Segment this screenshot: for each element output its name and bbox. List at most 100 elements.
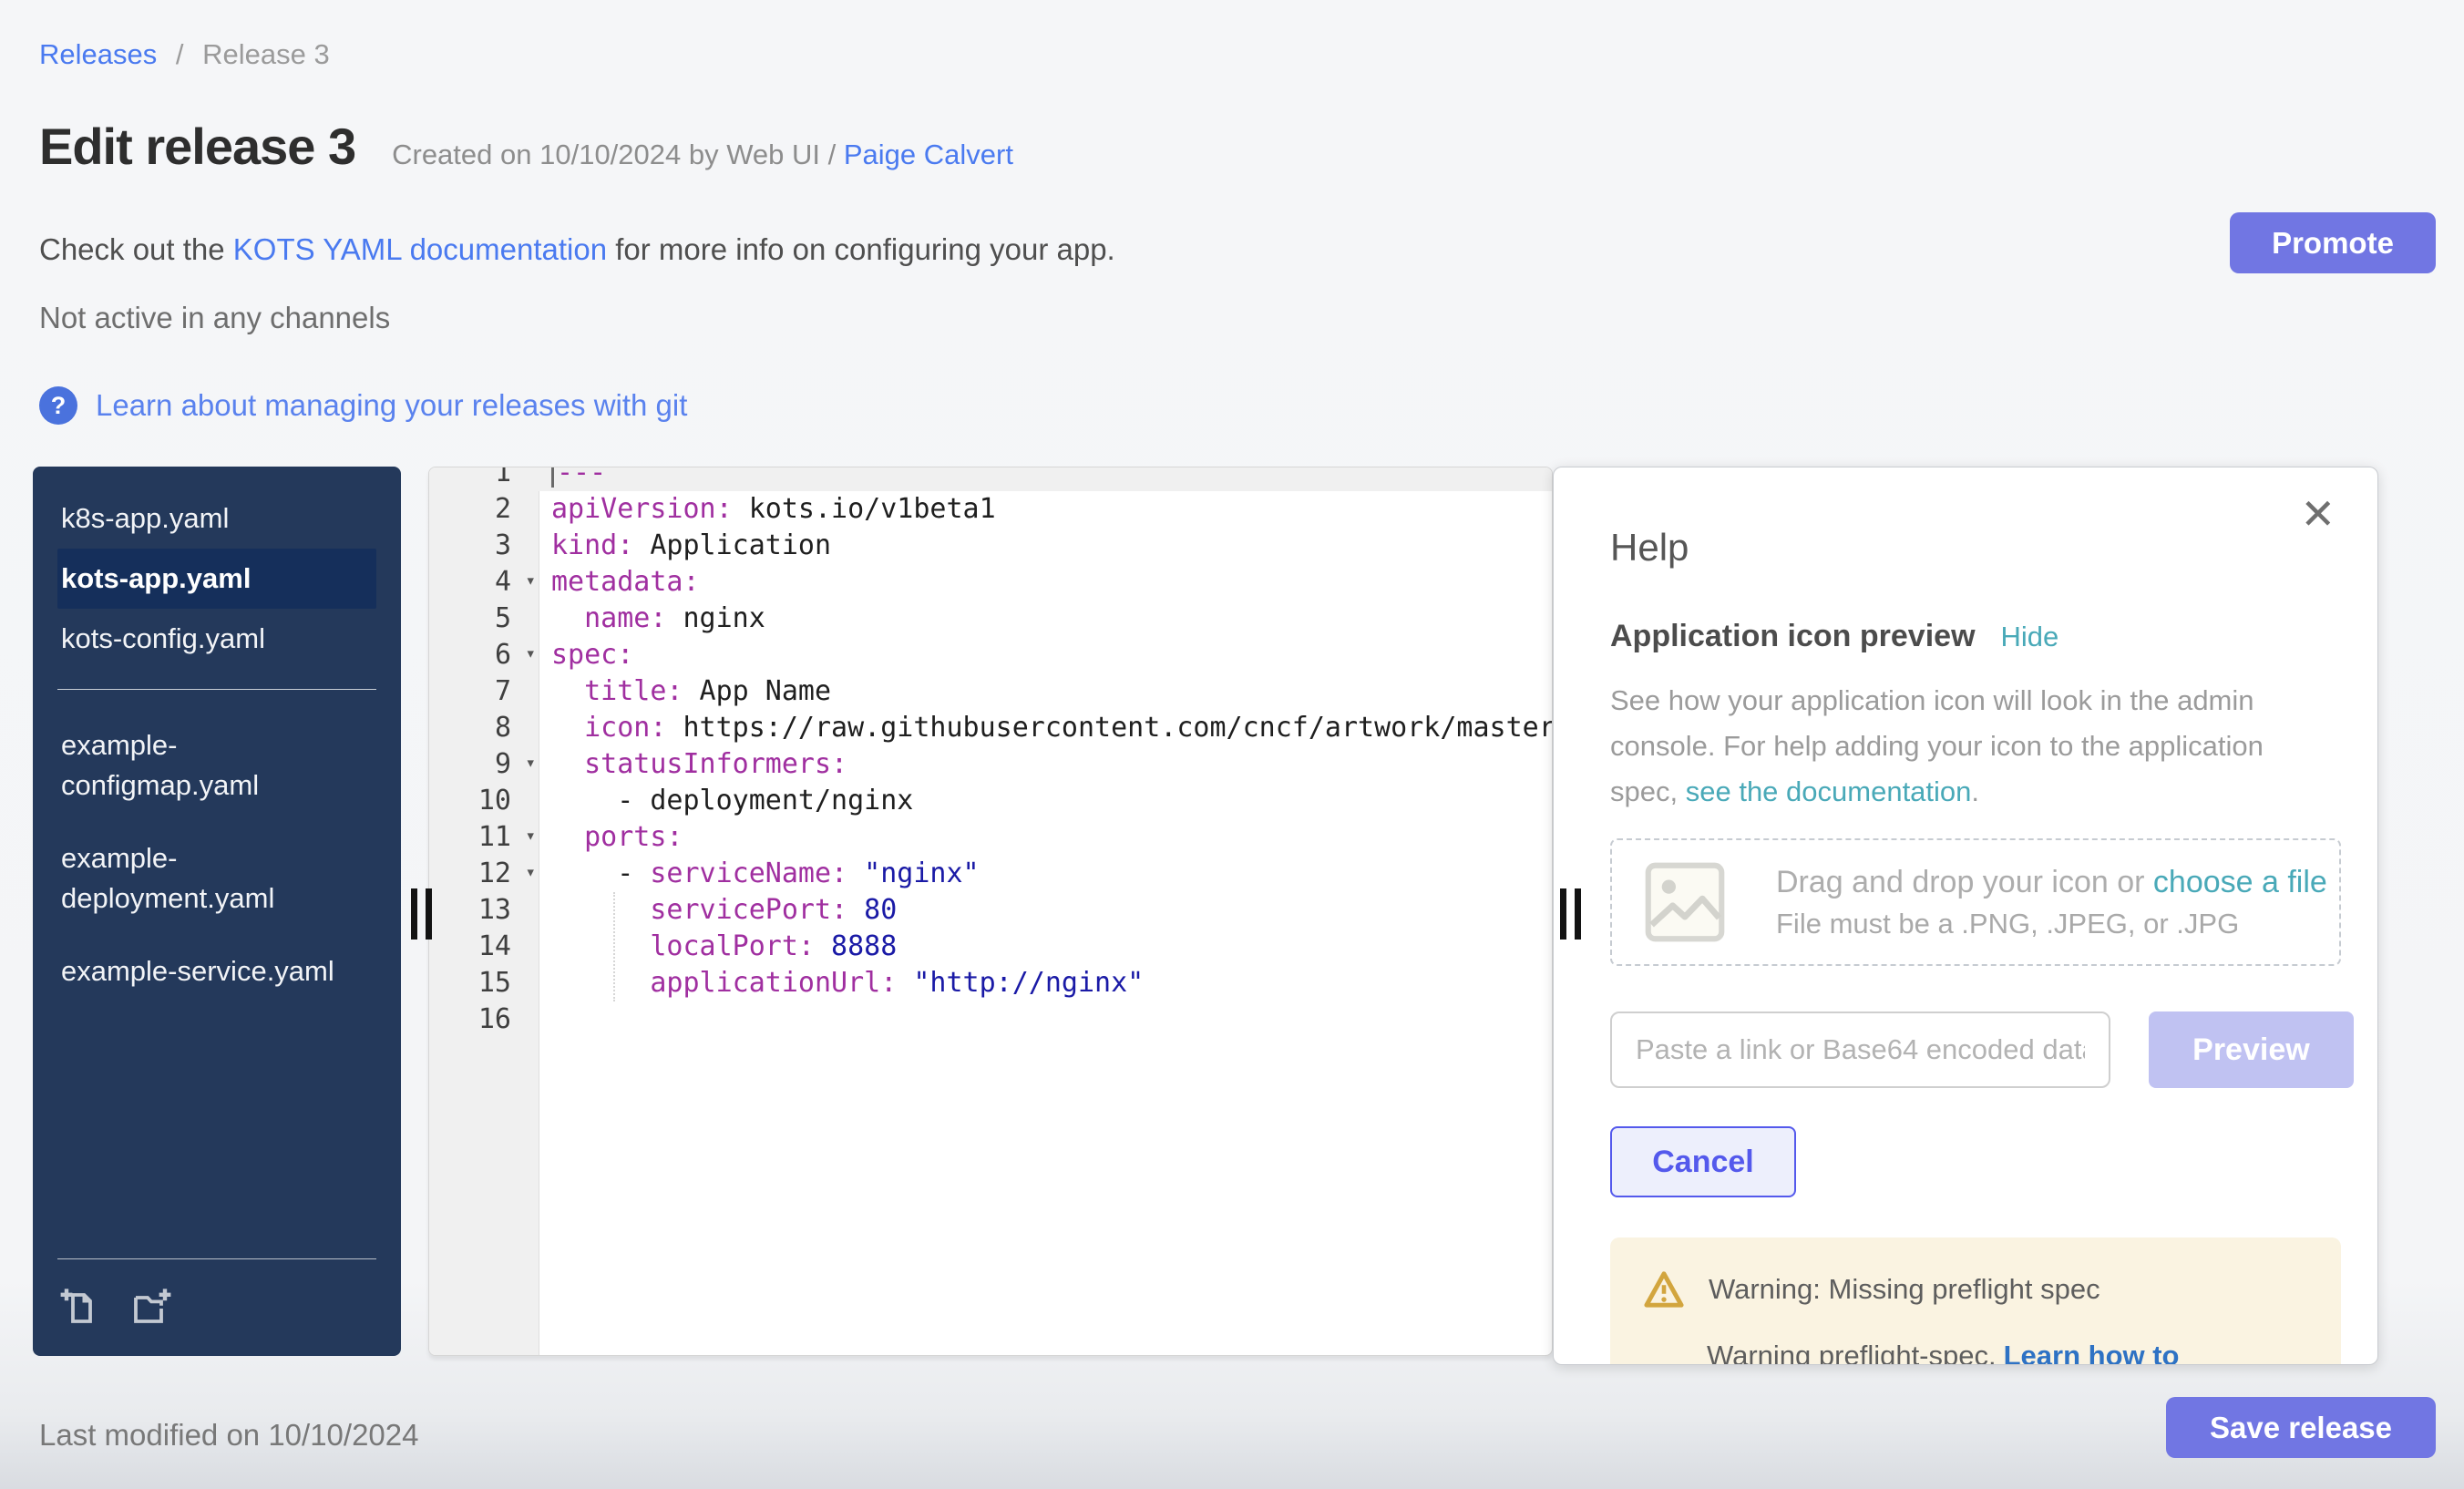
line-number: 9▾ <box>429 746 539 783</box>
code-line[interactable]: 9▾ statusInformers: <box>429 746 1552 783</box>
line-number: 13 <box>429 892 539 929</box>
see-documentation-link[interactable]: see the documentation <box>1686 775 1972 807</box>
line-number: 11▾ <box>429 819 539 856</box>
question-mark-icon: ? <box>39 386 77 425</box>
dropzone-hint: File must be a .PNG, .JPEG, or .JPG <box>1776 908 2327 940</box>
code-text: apiVersion: kots.io/v1beta1 <box>539 491 1552 528</box>
kots-yaml-docs-link[interactable]: KOTS YAML documentation <box>233 232 607 266</box>
file-item-example-deployment.yaml[interactable]: example-deployment.yaml <box>57 828 376 929</box>
line-number: 5 <box>429 601 539 637</box>
code-line[interactable]: 14 localPort: 8888 <box>429 929 1552 965</box>
icon-preview-description: See how your application icon will look … <box>1610 678 2321 815</box>
close-icon[interactable]: ✕ <box>2300 493 2336 535</box>
fold-toggle-icon[interactable]: ▾ <box>526 746 536 781</box>
help-panel-title: Help <box>1610 526 2354 570</box>
line-number: 6▾ <box>429 637 539 673</box>
icon-preview-title: Application icon preview <box>1610 619 1976 654</box>
image-placeholder-icon <box>1643 860 1727 944</box>
line-number: 3 <box>429 528 539 564</box>
channel-status: Not active in any channels <box>39 301 390 335</box>
breadcrumb: Releases / Release 3 <box>39 38 330 71</box>
cancel-button[interactable]: Cancel <box>1610 1126 1796 1197</box>
file-item-kots-app.yaml[interactable]: kots-app.yaml <box>57 549 376 609</box>
file-item-k8s-app.yaml[interactable]: k8s-app.yaml <box>57 488 376 549</box>
warning-detail-text: Warning preflight-spec. <box>1707 1340 1997 1365</box>
warning-banner: Warning: Missing preflight spec Warning … <box>1610 1237 2341 1365</box>
code-text: statusInformers: <box>539 746 1552 783</box>
breadcrumb-releases-link[interactable]: Releases <box>39 38 157 70</box>
code-line[interactable]: 2apiVersion: kots.io/v1beta1 <box>429 491 1552 528</box>
code-text: --- <box>539 467 1552 491</box>
line-number: 4▾ <box>429 564 539 601</box>
fold-toggle-icon[interactable]: ▾ <box>526 637 536 672</box>
line-number: 10 <box>429 783 539 819</box>
line-number: 8 <box>429 710 539 746</box>
indent-guide <box>613 892 615 1001</box>
code-text: ports: <box>539 819 1552 856</box>
file-item-example-configmap.yaml[interactable]: example-configmap.yaml <box>57 715 376 816</box>
code-line[interactable]: 12▾ - serviceName: "nginx" <box>429 856 1552 892</box>
code-line[interactable]: 3kind: Application <box>429 528 1552 564</box>
author-link[interactable]: Paige Calvert <box>844 139 1013 170</box>
help-panel-resize-handle[interactable] <box>1560 888 1581 940</box>
code-area[interactable]: 1---2apiVersion: kots.io/v1beta13kind: A… <box>429 467 1552 1038</box>
code-line[interactable]: 7 title: App Name <box>429 673 1552 710</box>
add-folder-icon[interactable] <box>130 1283 174 1327</box>
line-number: 15 <box>429 965 539 1001</box>
line-number: 12▾ <box>429 856 539 892</box>
file-tree: k8s-app.yamlkots-app.yamlkots-config.yam… <box>57 488 376 1001</box>
icon-url-input[interactable] <box>1610 1011 2110 1088</box>
code-text: title: App Name <box>539 673 1552 710</box>
docs-hint-post: for more info on configuring your app. <box>607 232 1115 266</box>
text-cursor <box>551 467 554 488</box>
yaml-editor[interactable]: 1---2apiVersion: kots.io/v1beta13kind: A… <box>428 467 1553 1356</box>
fold-toggle-icon[interactable]: ▾ <box>526 564 536 599</box>
dropzone-prompt: Drag and drop your icon or <box>1776 865 2153 899</box>
code-line[interactable]: 5 name: nginx <box>429 601 1552 637</box>
sidebar-resize-handle[interactable] <box>411 888 432 940</box>
code-line[interactable]: 16 <box>429 1001 1552 1038</box>
add-file-icon[interactable] <box>57 1283 101 1327</box>
hide-link[interactable]: Hide <box>2001 621 2059 653</box>
page-title: Edit release 3 <box>39 117 355 176</box>
code-text: name: nginx <box>539 601 1552 637</box>
preview-button[interactable]: Preview <box>2149 1011 2354 1088</box>
icon-url-row: Preview <box>1610 1011 2354 1088</box>
file-group: k8s-app.yamlkots-app.yamlkots-config.yam… <box>57 488 376 669</box>
file-tree-sidebar: k8s-app.yamlkots-app.yamlkots-config.yam… <box>33 467 401 1356</box>
fold-toggle-icon[interactable]: ▾ <box>526 819 536 854</box>
file-group: example-configmap.yaml example-deployment… <box>57 689 376 1001</box>
code-line[interactable]: 10 - deployment/nginx <box>429 783 1552 819</box>
code-line[interactable]: 8 icon: https://raw.githubusercontent.co… <box>429 710 1552 746</box>
docs-hint: Check out the KOTS YAML documentation fo… <box>39 232 1115 267</box>
line-number: 7 <box>429 673 539 710</box>
file-item-example-service.yaml[interactable]: example-service.yaml <box>57 941 376 1001</box>
line-number: 14 <box>429 929 539 965</box>
code-text: icon: https://raw.githubusercontent.com/… <box>539 710 1552 746</box>
code-line[interactable]: 11▾ ports: <box>429 819 1552 856</box>
code-text: servicePort: 80 <box>539 892 1552 929</box>
icon-preview-section-header: Application icon preview Hide <box>1610 619 2354 654</box>
save-release-button[interactable]: Save release <box>2166 1397 2436 1458</box>
created-info: Created on 10/10/2024 by Web UI / Paige … <box>392 139 1013 171</box>
description-suffix: . <box>1971 775 1979 807</box>
git-help-row: ? Learn about managing your releases wit… <box>39 386 687 425</box>
file-item-kots-config.yaml[interactable]: kots-config.yaml <box>57 609 376 669</box>
line-number: 2 <box>429 491 539 528</box>
git-releases-link[interactable]: Learn about managing your releases with … <box>96 388 687 423</box>
code-line[interactable]: 13 servicePort: 80 <box>429 892 1552 929</box>
created-text: Created on 10/10/2024 by Web UI / <box>392 139 836 170</box>
choose-file-link[interactable]: choose a file <box>2153 865 2327 899</box>
breadcrumb-current: Release 3 <box>202 38 330 70</box>
code-line[interactable]: 15 applicationUrl: "http://nginx" <box>429 965 1552 1001</box>
promote-button[interactable]: Promote <box>2230 212 2436 273</box>
fold-toggle-icon[interactable]: ▾ <box>526 856 536 890</box>
code-line[interactable]: 1--- <box>429 467 1552 491</box>
code-line[interactable]: 4▾metadata: <box>429 564 1552 601</box>
help-panel: ✕ Help Application icon preview Hide See… <box>1553 467 2378 1365</box>
icon-dropzone[interactable]: Drag and drop your icon or choose a file… <box>1610 838 2341 966</box>
code-text: spec: <box>539 637 1552 673</box>
code-text <box>539 1001 1552 1038</box>
warning-detail: Warning preflight-spec.Learn how to conf… <box>1643 1340 2308 1365</box>
code-line[interactable]: 6▾spec: <box>429 637 1552 673</box>
